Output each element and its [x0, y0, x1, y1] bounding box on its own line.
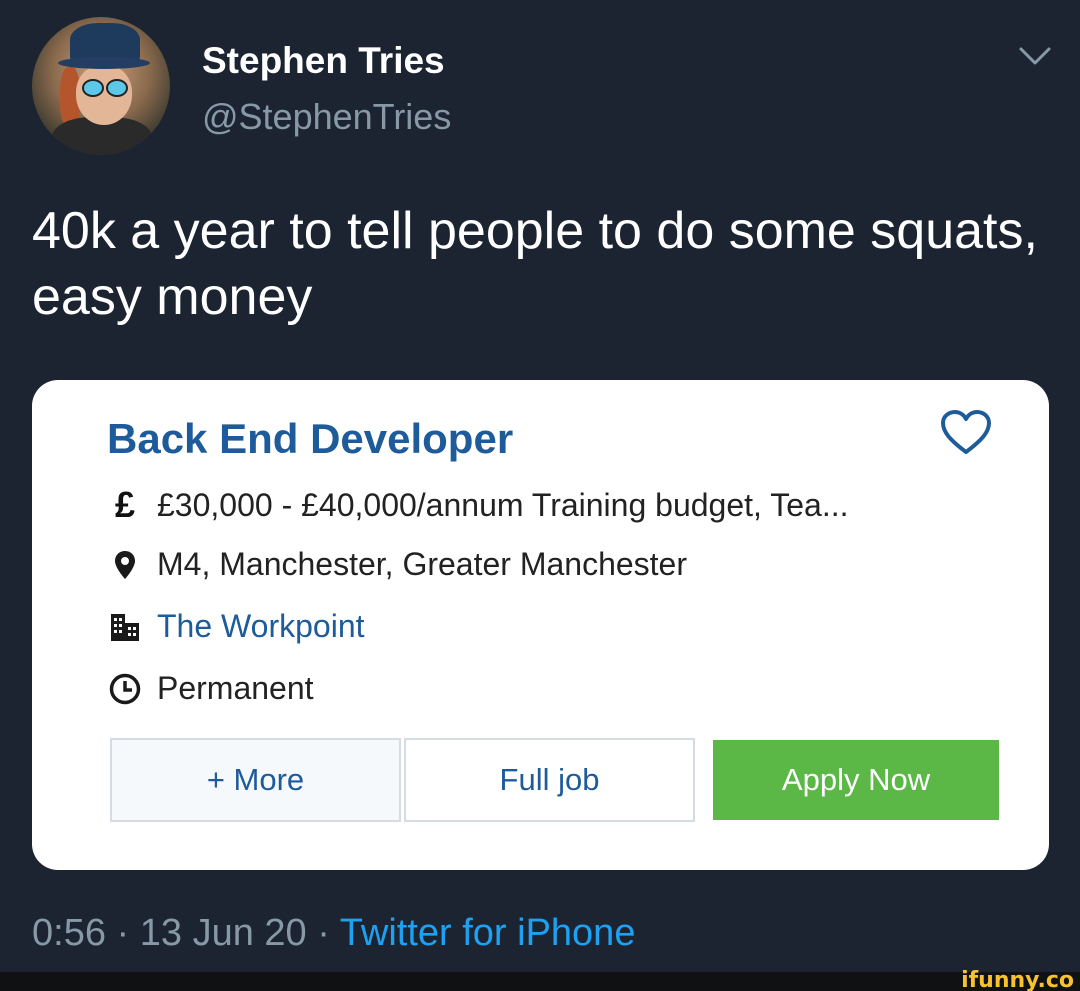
location-row: M4, Manchester, Greater Manchester: [107, 546, 687, 583]
tweet-time: 0:56: [32, 912, 106, 954]
tweet-source-link[interactable]: Twitter for iPhone: [340, 912, 636, 954]
tweet-screen: Stephen Tries @StephenTries 40k a year t…: [0, 0, 1080, 991]
more-button[interactable]: + More: [110, 738, 401, 822]
avatar-hat-brim: [58, 57, 150, 69]
meta-separator: ·: [317, 912, 330, 954]
tweet-text: 40k a year to tell people to do some squ…: [32, 202, 1038, 326]
meta-separator: ·: [116, 912, 130, 954]
bottom-bar: [0, 972, 1080, 991]
avatar[interactable]: [32, 17, 170, 155]
tweet-meta: 0:56 · 13 Jun 20 · Twitter for iPhone: [32, 912, 635, 955]
job-type-text: Permanent: [157, 670, 314, 706]
building-icon: [107, 612, 143, 642]
salary-text: £30,000 - £40,000/annum Training budget,…: [157, 486, 849, 523]
job-type-row: Permanent: [107, 670, 314, 707]
location-pin-icon: [107, 550, 143, 580]
apply-now-button[interactable]: Apply Now: [713, 740, 999, 820]
job-card[interactable]: Back End Developer £ £30,000 - £40,000/a…: [32, 380, 1049, 870]
clock-icon: [107, 673, 143, 705]
company-row[interactable]: The Workpoint: [107, 608, 365, 645]
tweet-date: 13 Jun 20: [139, 912, 307, 954]
chevron-down-icon[interactable]: [1018, 44, 1052, 68]
watermark: ifunny.co: [961, 968, 1074, 991]
avatar-glasses: [82, 79, 128, 97]
author-name[interactable]: Stephen Tries: [202, 40, 445, 82]
author-handle[interactable]: @StephenTries: [202, 96, 451, 138]
location-text: M4, Manchester, Greater Manchester: [157, 546, 687, 582]
company-link[interactable]: The Workpoint: [157, 608, 365, 645]
heart-icon[interactable]: [940, 410, 992, 456]
job-title[interactable]: Back End Developer: [107, 415, 513, 463]
pound-icon: £: [114, 484, 136, 525]
salary-row: £ £30,000 - £40,000/annum Training budge…: [107, 484, 849, 526]
full-job-button[interactable]: Full job: [404, 738, 695, 822]
